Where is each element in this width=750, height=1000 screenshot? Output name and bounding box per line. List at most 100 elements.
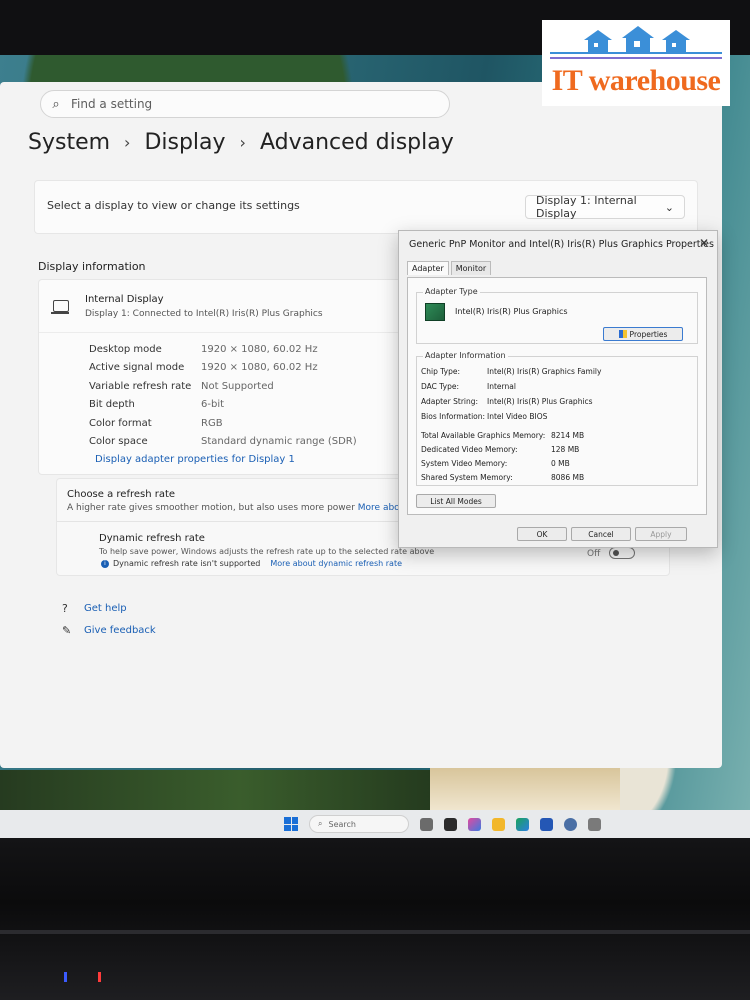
- start-button-icon[interactable]: [284, 817, 298, 831]
- get-help-label: Get help: [84, 602, 127, 614]
- dynamic-refresh-toggle[interactable]: [609, 547, 635, 559]
- memory-val: 8214 MB: [551, 431, 585, 440]
- taskbar-search-label: Search: [328, 819, 356, 829]
- taskbar: ⌕ Search: [0, 810, 750, 838]
- apply-button[interactable]: Apply: [635, 527, 687, 541]
- breadcrumb-system[interactable]: System: [28, 130, 110, 155]
- tab-monitor[interactable]: Monitor: [450, 261, 492, 275]
- edge-browser-icon[interactable]: [516, 817, 529, 831]
- info-label: Bit depth: [89, 399, 135, 411]
- taskbar-items: ⌕ Search: [284, 815, 601, 833]
- memory-val: 8086 MB: [551, 473, 585, 482]
- search-icon: ⌕: [318, 819, 323, 828]
- info-value: 1920 × 1080, 60.02 Hz: [201, 343, 318, 355]
- adapter-properties-dialog: Generic PnP Monitor and Intel(R) Iris(R)…: [398, 230, 718, 548]
- search-icon: ⌕: [52, 96, 60, 112]
- store-icon[interactable]: [540, 817, 553, 831]
- info-val: Intel(R) Iris(R) Plus Graphics: [487, 397, 593, 406]
- search-box[interactable]: ⌕ Find a setting: [40, 90, 450, 118]
- taskbar-search[interactable]: ⌕ Search: [309, 815, 409, 833]
- adapter-info-row: DAC Type: Internal: [421, 382, 516, 391]
- memory-key: Shared System Memory:: [421, 473, 513, 482]
- memory-row: System Video Memory: 0 MB: [421, 459, 570, 468]
- info-val: Internal: [487, 382, 516, 391]
- display-dropdown[interactable]: Display 1: Internal Display ⌄: [525, 194, 685, 220]
- adapter-type-group: Adapter Type Intel(R) Iris(R) Plus Graph…: [416, 287, 698, 344]
- tab-adapter[interactable]: Adapter: [407, 261, 449, 275]
- refresh-rate-title: Choose a refresh rate: [67, 489, 176, 500]
- dynamic-refresh-title: Dynamic refresh rate: [99, 533, 205, 544]
- cancel-button[interactable]: Cancel: [571, 527, 631, 541]
- get-help-link[interactable]: ? Get help: [62, 602, 127, 615]
- it-warehouse-logo: IT warehouse: [542, 20, 730, 106]
- info-label: Active signal mode: [89, 362, 185, 374]
- display-info-rows: Desktop mode 1920 × 1080, 60.02 Hz Active…: [89, 340, 357, 451]
- breadcrumb-display[interactable]: Display: [144, 130, 225, 155]
- settings-gear-icon[interactable]: [564, 817, 577, 831]
- dialog-tabs: Adapter Monitor: [407, 261, 493, 275]
- adapter-info-label: Adapter Information: [423, 351, 508, 360]
- info-row: Bit depth 6-bit: [89, 396, 357, 415]
- adapter-info-group: Adapter Information Chip Type: Intel(R) I…: [416, 351, 698, 486]
- display-info-card: Internal Display Display 1: Connected to…: [38, 279, 420, 475]
- display-name: Internal Display: [85, 294, 164, 305]
- give-feedback-label: Give feedback: [84, 624, 156, 636]
- breadcrumb: System › Display › Advanced display: [28, 130, 454, 155]
- ok-button[interactable]: OK: [517, 527, 567, 541]
- adapter-properties-link[interactable]: Display adapter properties for Display 1: [95, 454, 295, 465]
- toggle-state-label: Off: [587, 549, 601, 559]
- display-select-card: Select a display to view or change its s…: [34, 180, 698, 234]
- file-explorer-icon[interactable]: [492, 817, 505, 831]
- info-label: Color format: [89, 417, 152, 429]
- info-key: Adapter String:: [421, 397, 479, 406]
- uac-shield-icon: [618, 330, 627, 338]
- properties-button[interactable]: Properties: [603, 327, 683, 341]
- info-row: Variable refresh rate Not Supported: [89, 377, 357, 396]
- logo-text: IT warehouse: [551, 64, 721, 97]
- memory-row: Dedicated Video Memory: 128 MB: [421, 445, 579, 454]
- status-led-blue: [64, 972, 67, 982]
- dynamic-refresh-more-link[interactable]: More about dynamic refresh rate: [270, 559, 402, 568]
- dialog-title: Generic PnP Monitor and Intel(R) Iris(R)…: [409, 239, 714, 250]
- page-title: Advanced display: [259, 130, 454, 155]
- info-key: DAC Type:: [421, 382, 460, 391]
- info-key: Bios Information:: [421, 412, 486, 421]
- close-icon[interactable]: ✕: [699, 236, 709, 250]
- task-view-icon[interactable]: [444, 817, 457, 831]
- laptop-hinge: [0, 930, 750, 934]
- section-title: Display information: [38, 260, 146, 273]
- adapter-tab-panel: Adapter Type Intel(R) Iris(R) Plus Graph…: [407, 277, 707, 515]
- chevron-right-icon: ›: [239, 133, 246, 152]
- house-roofs-icon: [550, 26, 722, 59]
- app-icon[interactable]: [588, 817, 601, 831]
- info-row: Active signal mode 1920 × 1080, 60.02 Hz: [89, 359, 357, 378]
- memory-key: Total Available Graphics Memory:: [421, 431, 546, 440]
- info-row: Desktop mode 1920 × 1080, 60.02 Hz: [89, 340, 357, 359]
- memory-val: 0 MB: [551, 459, 570, 468]
- info-value: 1920 × 1080, 60.02 Hz: [201, 362, 318, 374]
- memory-key: Dedicated Video Memory:: [421, 445, 518, 454]
- refresh-rate-desc: A higher rate gives smoother motion, but…: [67, 503, 438, 513]
- list-all-modes-button[interactable]: List All Modes: [416, 494, 496, 508]
- adapter-info-row: Chip Type: Intel(R) Iris(R) Graphics Fami…: [421, 367, 601, 376]
- help-icon: ?: [62, 602, 68, 615]
- status-led-red: [98, 972, 101, 982]
- chevron-down-icon: ⌄: [664, 200, 674, 214]
- wallpaper-foliage: [0, 770, 480, 810]
- memory-row: Total Available Graphics Memory: 8214 MB: [421, 431, 584, 440]
- display-dropdown-value: Display 1: Internal Display: [536, 194, 637, 220]
- refresh-rate-desc-text: A higher rate gives smoother motion, but…: [67, 503, 355, 513]
- properties-button-label: Properties: [629, 329, 668, 339]
- widgets-icon[interactable]: [420, 817, 433, 831]
- search-input[interactable]: Find a setting: [71, 97, 152, 111]
- give-feedback-link[interactable]: ✎ Give feedback: [62, 624, 156, 637]
- copilot-icon[interactable]: [468, 817, 481, 831]
- laptop-bezel-bottom: [0, 838, 750, 1000]
- adapter-info-row: Adapter String: Intel(R) Iris(R) Plus Gra…: [421, 397, 593, 406]
- info-value: Not Supported: [201, 380, 274, 392]
- info-label: Desktop mode: [89, 343, 162, 355]
- memory-row: Shared System Memory: 8086 MB: [421, 473, 584, 482]
- info-icon: i: [101, 559, 109, 568]
- wallpaper-beach: [430, 768, 620, 810]
- info-value: RGB: [201, 417, 223, 429]
